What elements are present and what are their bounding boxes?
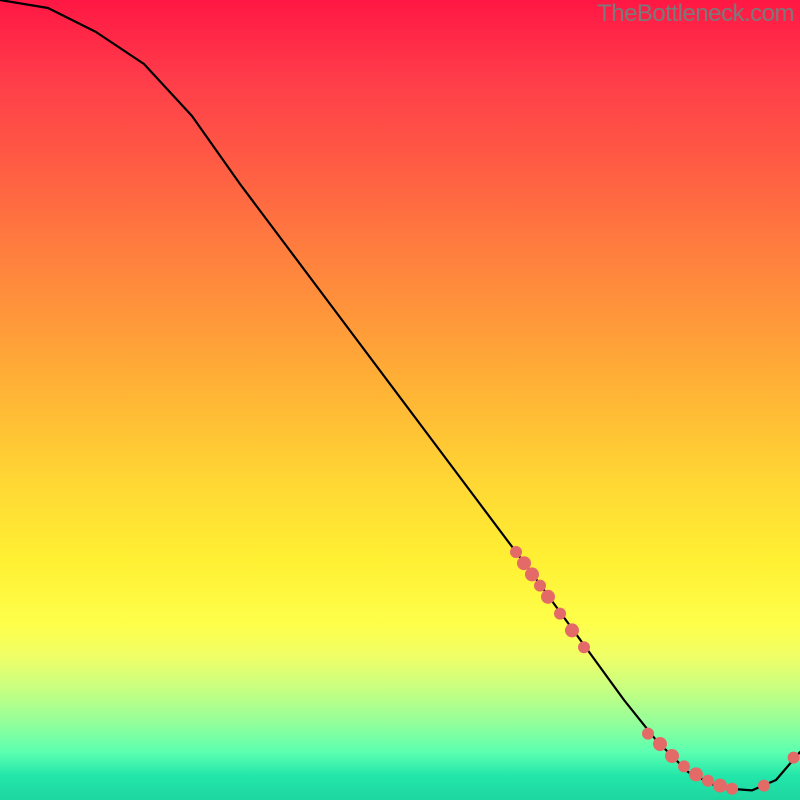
bottleneck-curve-path	[0, 0, 800, 790]
data-point	[565, 623, 579, 637]
data-markers	[510, 546, 800, 795]
data-point	[541, 590, 555, 604]
data-point	[534, 580, 546, 592]
data-point	[726, 783, 738, 795]
plot-svg	[0, 0, 800, 800]
data-point	[578, 641, 590, 653]
data-point	[554, 608, 566, 620]
data-point	[642, 728, 654, 740]
data-point	[758, 780, 770, 792]
data-point	[788, 752, 800, 764]
data-point	[702, 775, 714, 787]
data-point	[713, 779, 727, 793]
data-point	[665, 749, 679, 763]
bottleneck-chart: TheBottleneck.com	[0, 0, 800, 800]
data-point	[653, 737, 667, 751]
data-point	[678, 760, 690, 772]
data-point	[517, 556, 531, 570]
data-point	[689, 767, 703, 781]
data-point	[510, 546, 522, 558]
data-point	[525, 567, 539, 581]
